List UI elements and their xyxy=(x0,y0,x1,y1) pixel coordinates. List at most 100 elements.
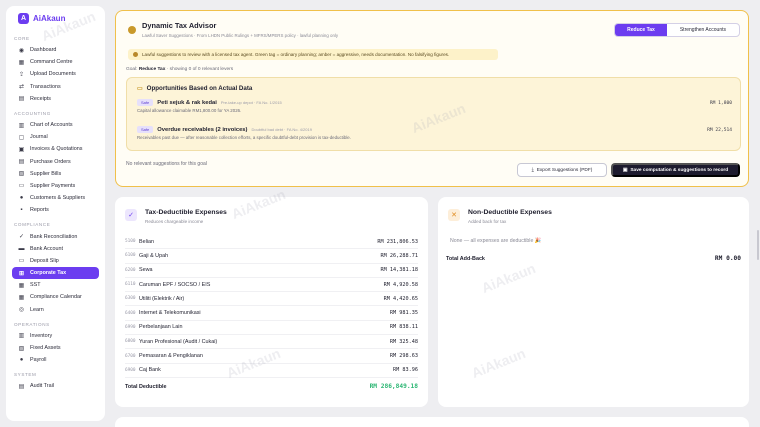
expense-name: Perbelanjaan Lain xyxy=(139,324,183,331)
sidebar-item-label: Payroll xyxy=(30,357,47,364)
supplier-payments-icon: ▭ xyxy=(18,183,25,190)
sidebar-item-label: Journal xyxy=(30,134,48,141)
nav-section: OPERATIONS ▥ Inventory ▧ Fixed Assets ● Payrol… xyxy=(12,322,99,367)
save-computation-button[interactable]: ▣ Save computation & suggestions to reco… xyxy=(611,163,740,177)
expense-amount: RM 4,920.58 xyxy=(383,281,418,288)
table-row: 6700 Pemasaran & Pengiklanan RM 298.63 xyxy=(125,349,418,364)
opportunities-box: ▭ Opportunities Based on Actual Data Saf… xyxy=(126,77,741,151)
sidebar-item-supplier-bills[interactable]: ▧ Supplier Bills xyxy=(12,168,99,180)
sidebar-item-chart-of-accounts[interactable]: ▥ Chart of Accounts xyxy=(12,119,99,131)
sidebar-item-sst[interactable]: ▦ SST xyxy=(12,279,99,291)
expense-code: 6100 xyxy=(125,253,136,259)
expense-name: Caj Bank xyxy=(139,367,161,374)
expense-amount: RM 4,420.65 xyxy=(383,295,418,302)
opportunity-item[interactable]: Safe Peti sejuk & rak kedai Pre-take-up … xyxy=(137,99,732,113)
expense-amount: RM 981.35 xyxy=(389,310,418,317)
expense-amount: RM 298.63 xyxy=(389,353,418,360)
brand-logo[interactable]: A AiAkaun xyxy=(18,13,99,24)
deductible-list: 5100 Belian RM 231,806.53 6100 Gaji & Upah RM… xyxy=(125,235,418,378)
sidebar-item-label: Inventory xyxy=(30,332,53,339)
expense-amount: RM 838.11 xyxy=(389,324,418,331)
expense-amount: RM 14,381.18 xyxy=(380,267,418,274)
save-icon: ▣ xyxy=(622,167,628,173)
opportunity-name: Peti sejuk & rak kedai xyxy=(157,99,217,106)
sidebar-item-journal[interactable]: ▢ Journal xyxy=(12,131,99,143)
safe-tag: Safe xyxy=(137,99,154,106)
deductible-title: Tax-Deductible Expenses xyxy=(145,209,227,216)
sidebar-item-label: Fixed Assets xyxy=(30,345,61,352)
sidebar-item-learn[interactable]: ◎ Learn xyxy=(12,304,99,316)
sidebar-item-label: Receipts xyxy=(30,95,51,102)
sidebar-item-label: Supplier Payments xyxy=(30,182,76,189)
sidebar-item-customers-suppliers[interactable]: ● Customers & Suppliers xyxy=(12,192,99,204)
goal-suffix: · showing 0 of 0 relevant levers xyxy=(166,67,234,72)
sidebar-item-payroll[interactable]: ● Payroll xyxy=(12,354,99,366)
strengthen-accounts-toggle-button[interactable]: Strengthen Accounts xyxy=(667,24,739,36)
sidebar-item-bank-account[interactable]: ▬ Bank Account xyxy=(12,243,99,255)
sidebar-item-dashboard[interactable]: ◉ Dashboard xyxy=(12,44,99,56)
opportunity-detail: Capital allowance claimable RM1,800.00 f… xyxy=(137,108,242,113)
sidebar-item-label: Learn xyxy=(30,306,44,313)
sidebar-item-fixed-assets[interactable]: ▧ Fixed Assets xyxy=(12,342,99,354)
sidebar-item-label: Supplier Bills xyxy=(30,170,62,177)
reduce-tax-toggle-button[interactable]: Reduce Tax xyxy=(615,24,667,36)
non-deductible-empty: None — all expenses are deductible 🎉 xyxy=(450,238,542,244)
sidebar-item-bank-reconciliation[interactable]: ✓ Bank Reconciliation xyxy=(12,230,99,242)
non-deductible-card: ✕ Non-Deductible Expenses Added back for… xyxy=(438,197,749,407)
expense-amount: RM 231,806.53 xyxy=(377,238,418,245)
sidebar-item-corporate-tax[interactable]: ⊞ Corporate Tax xyxy=(12,267,99,280)
sidebar-item-supplier-payments[interactable]: ▭ Supplier Payments xyxy=(12,180,99,192)
opportunity-basis: Doubtful bad debt · FA No. 4/2019 xyxy=(251,127,312,132)
payroll-icon: ● xyxy=(19,357,24,364)
expense-code: 6110 xyxy=(125,282,136,288)
sidebar-item-reports[interactable]: ▪ Reports xyxy=(12,204,99,216)
warning-icon xyxy=(133,52,138,57)
deductible-card: ✓ Tax-Deductible Expenses Reduces charge… xyxy=(115,197,428,407)
table-row: 6800 Yuran Profesional (Audit / Cukai) RM … xyxy=(125,335,418,350)
purchase-orders-icon: ▤ xyxy=(18,159,25,166)
supplier-bills-icon: ▧ xyxy=(18,171,25,178)
tax-advisor-panel: Dynamic Tax Advisor Lawful Saver Suggest… xyxy=(115,10,749,187)
sidebar-item-deposit-slip[interactable]: ▭ Deposit Slip xyxy=(12,255,99,267)
sidebar-item-label: Upload Documents xyxy=(30,71,76,78)
sidebar-item-audit-trail[interactable]: ▤ Audit Trail xyxy=(12,380,99,392)
upload-documents-icon: ⇪ xyxy=(18,71,25,78)
dashboard-icon: ◉ xyxy=(18,47,25,54)
expense-name: Utiliti (Elektrik / Air) xyxy=(139,295,185,302)
opportunity-basis: Pre-take-up depot · FA No. 1/2015 xyxy=(220,100,282,105)
opportunities-title: ▭ Opportunities Based on Actual Data xyxy=(137,85,252,92)
opportunity-amount: RM 22,514 xyxy=(707,128,732,133)
sidebar-item-compliance-calendar[interactable]: ▦ Compliance Calendar xyxy=(12,291,99,303)
sidebar-nav: CORE ◉ Dashboard ▦ Command Centre ⇪ Upload Doc… xyxy=(12,36,99,393)
sidebar-item-invoices-quotations[interactable]: ▣ Invoices & Quotations xyxy=(12,143,99,155)
bank-reconciliation-icon: ✓ xyxy=(18,234,25,241)
opportunity-name: Overdue receivables (2 invoices) xyxy=(157,126,248,133)
expense-amount: RM 325.48 xyxy=(389,338,418,345)
sidebar-item-upload-documents[interactable]: ⇪ Upload Documents xyxy=(12,68,99,80)
sidebar-item-label: Bank Account xyxy=(30,245,63,252)
deposit-slip-icon: ▭ xyxy=(18,258,25,265)
nav-section-label: ACCOUNTING xyxy=(14,110,51,116)
total-deductible-amount: RM 286,849.18 xyxy=(369,383,418,390)
sidebar-item-inventory[interactable]: ▥ Inventory xyxy=(12,330,99,342)
nav-section-label: CORE xyxy=(14,36,30,41)
audit-trail-icon: ▤ xyxy=(18,383,25,390)
expense-code: 6900 xyxy=(125,367,136,373)
opportunities-title-text: Opportunities Based on Actual Data xyxy=(146,85,253,92)
save-label: Save computation & suggestions to record xyxy=(630,167,729,173)
page-scrollbar[interactable] xyxy=(757,230,759,260)
download-icon: ⤓ xyxy=(531,168,534,173)
sidebar-item-label: SST xyxy=(30,282,41,289)
sidebar-item-label: Bank Reconciliation xyxy=(30,233,78,240)
sidebar-item-receipts[interactable]: ▤ Receipts xyxy=(12,93,99,105)
sidebar-item-purchase-orders[interactable]: ▤ Purchase Orders xyxy=(12,156,99,168)
export-suggestions-button[interactable]: ⤓ Export Suggestions (PDF) xyxy=(517,163,607,177)
table-row: 6900 Caj Bank RM 83.96 xyxy=(125,364,418,378)
expense-code: 6300 xyxy=(125,296,136,302)
opportunity-item[interactable]: Safe Overdue receivables (2 invoices) Do… xyxy=(137,126,732,140)
sidebar-item-transactions[interactable]: ⇄ Transactions xyxy=(12,81,99,93)
command-centre-icon: ▦ xyxy=(18,59,25,66)
table-row: 6990 Perbelanjaan Lain RM 838.11 xyxy=(125,321,418,336)
reports-icon: ▪ xyxy=(20,207,23,214)
sidebar-item-command-centre[interactable]: ▦ Command Centre xyxy=(12,56,99,68)
